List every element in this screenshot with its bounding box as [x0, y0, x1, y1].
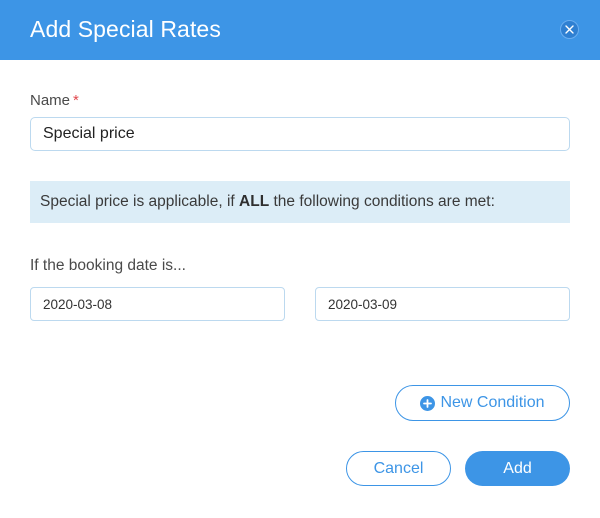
- cancel-button[interactable]: Cancel: [346, 451, 451, 486]
- plus-circle-icon: [420, 395, 436, 411]
- close-button[interactable]: [560, 20, 579, 39]
- booking-date-label: If the booking date is...: [30, 257, 186, 274]
- dialog-header: Add Special Rates: [0, 0, 600, 60]
- add-special-rates-dialog: Add Special Rates Name* Special price is…: [0, 0, 600, 518]
- close-icon: [565, 25, 574, 34]
- name-label-text: Name: [30, 92, 71, 109]
- name-input[interactable]: [30, 117, 570, 151]
- conditions-info-banner: Special price is applicable, if ALL the …: [30, 181, 570, 223]
- info-text-before: Special price is applicable, if: [40, 193, 240, 210]
- new-condition-label: New Condition: [440, 394, 545, 411]
- info-text-emphasis: ALL: [239, 193, 270, 210]
- info-text-after: the following conditions are met:: [269, 193, 495, 210]
- booking-date-to-input[interactable]: [315, 287, 570, 321]
- add-button[interactable]: Add: [465, 451, 570, 486]
- booking-date-from-input[interactable]: [30, 287, 285, 321]
- required-mark: *: [73, 92, 79, 109]
- new-condition-button[interactable]: New Condition: [395, 385, 570, 421]
- name-label: Name *: [30, 92, 79, 109]
- dialog-title: Add Special Rates: [30, 16, 221, 42]
